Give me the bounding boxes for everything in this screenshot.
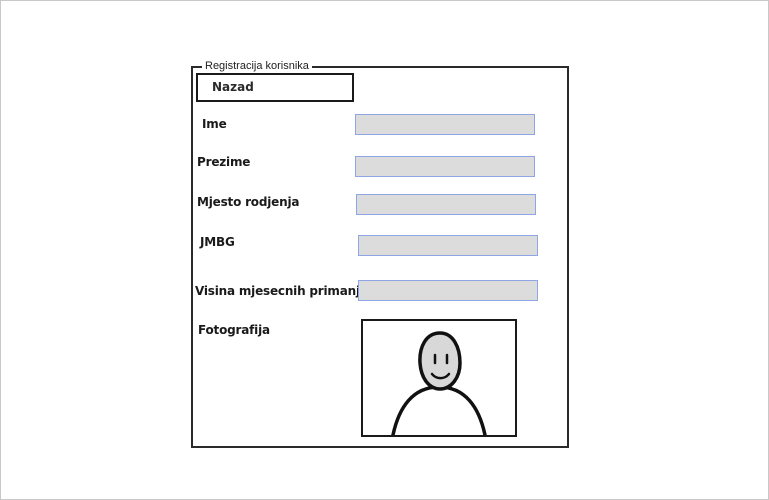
photo-upload-box[interactable] — [361, 319, 517, 437]
monthly-income-label: Visina mjesecnih primanja — [195, 284, 368, 298]
person-placeholder-icon — [391, 331, 487, 435]
back-button[interactable]: Nazad — [196, 73, 354, 102]
birthplace-label: Mjesto rodjenja — [197, 195, 300, 209]
photo-label: Fotografija — [198, 323, 270, 337]
first-name-input[interactable] — [355, 114, 535, 135]
first-name-label: Ime — [202, 117, 227, 131]
monthly-income-input[interactable] — [358, 280, 538, 301]
last-name-label: Prezime — [197, 155, 251, 169]
jmbg-input[interactable] — [358, 235, 538, 256]
form-title: Registracija korisnika — [202, 59, 312, 73]
last-name-input[interactable] — [355, 156, 535, 177]
jmbg-label: JMBG — [200, 235, 235, 249]
birthplace-input[interactable] — [356, 194, 536, 215]
